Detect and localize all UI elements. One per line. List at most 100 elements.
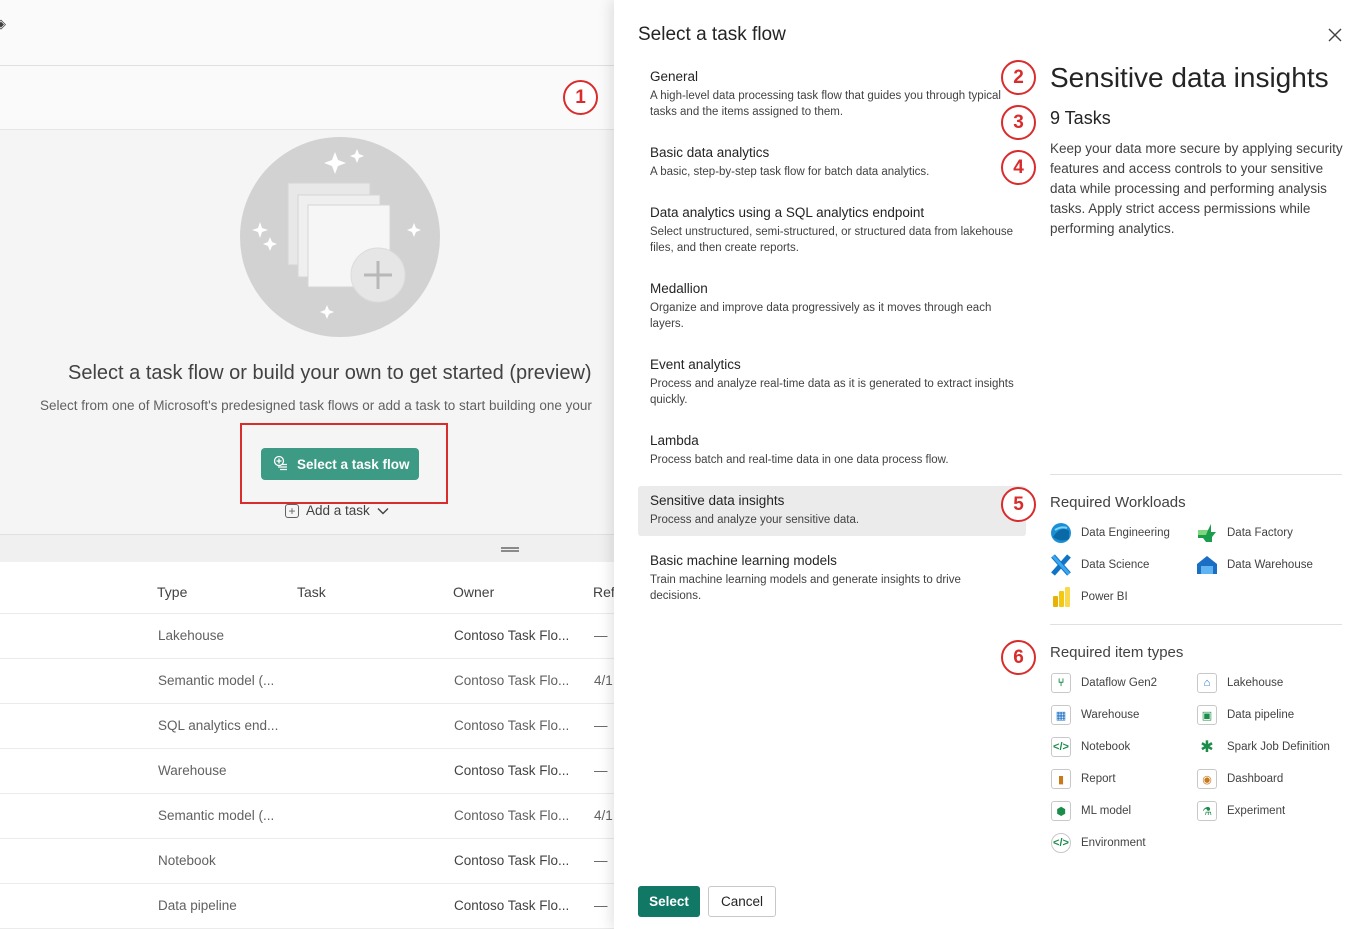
item-type-label: Warehouse — [1081, 709, 1140, 721]
item-type-label: Environment — [1081, 837, 1146, 849]
dashboard-icon: ◉ — [1196, 768, 1218, 790]
chevron-down-icon — [377, 503, 389, 518]
column-header-type[interactable]: Type — [157, 584, 187, 600]
column-header-task[interactable]: Task — [297, 584, 326, 600]
divider — [1050, 624, 1342, 625]
item-type: ⬢ ML model — [1050, 800, 1196, 822]
task-flow-description: Process and analyze your sensitive data. — [650, 514, 860, 526]
task-flow-name: Basic data analytics — [650, 145, 770, 160]
items-table: Type Task Owner Ref Lakehouse Contoso Tas… — [0, 562, 614, 929]
item-type: ⑂ Dataflow Gen2 — [1050, 672, 1196, 694]
cell-owner: Contoso Task Flo... — [454, 853, 570, 868]
select-button[interactable]: Select — [638, 886, 700, 917]
task-flow-name: General — [650, 69, 699, 84]
ml-model-icon: ⬢ — [1050, 800, 1072, 822]
callout-4: 4 — [1001, 150, 1036, 185]
task-flow-option-lambda[interactable]: Lambda Process batch and real-time data i… — [638, 426, 1026, 476]
task-flow-description: Select unstructured, semi-structured, or… — [650, 226, 1014, 254]
column-header-refreshed[interactable]: Ref — [593, 584, 614, 600]
item-type-label: Dashboard — [1227, 773, 1284, 785]
task-flow-description: Process and analyze real-time data as it… — [650, 378, 1014, 406]
task-flow-option-basic-data-analytics[interactable]: Basic data analytics A basic, step-by-ste… — [638, 138, 1026, 188]
select-task-flow-button[interactable]: Select a task flow — [261, 448, 419, 480]
empty-state-subtitle: Select from one of Microsoft's predesign… — [40, 398, 592, 413]
cell-type: Semantic model (... — [158, 673, 275, 688]
workload-label: Data Factory — [1227, 527, 1293, 539]
required-item-types-title: Required item types — [1050, 644, 1184, 661]
experiment-icon: ⚗ — [1196, 800, 1218, 822]
column-header-owner[interactable]: Owner — [453, 584, 494, 600]
report-icon: ▮ — [1050, 768, 1072, 790]
callout-1: 1 — [563, 80, 598, 115]
task-flow-option-sensitive-data-insights[interactable]: Sensitive data insights Process and analy… — [638, 486, 1026, 536]
cell-refreshed: 4/1 — [594, 808, 613, 823]
cell-type: Warehouse — [158, 763, 227, 778]
task-flow-description: A high-level data processing task flow t… — [650, 90, 1001, 118]
task-flow-illustration — [240, 137, 440, 337]
workload-item: Data Science — [1050, 554, 1196, 576]
cancel-button[interactable]: Cancel — [708, 886, 776, 917]
table-row[interactable]: Semantic model (... Contoso Task Flo... 4/… — [0, 659, 614, 704]
notebook-icon: </> — [1050, 736, 1072, 758]
required-workloads-title: Required Workloads — [1050, 494, 1186, 511]
cell-type: Semantic model (... — [158, 808, 275, 823]
task-flow-option-medallion[interactable]: Medallion Organize and improve data progr… — [638, 274, 1026, 340]
resize-grip-icon — [501, 547, 519, 552]
table-row[interactable]: Lakehouse Contoso Task Flo... — — [0, 614, 614, 659]
table-row[interactable]: SQL analytics end... Contoso Task Flo... — — [0, 704, 614, 749]
table-row[interactable]: Semantic model (... Contoso Task Flo... 4/… — [0, 794, 614, 839]
add-task-button[interactable]: + Add a task — [285, 503, 389, 518]
cell-refreshed: — — [594, 853, 608, 868]
item-type: ▮ Report — [1050, 768, 1196, 790]
task-flow-option-general[interactable]: General A high-level data processing task… — [638, 62, 1026, 128]
table-row[interactable]: Warehouse Contoso Task Flo... — — [0, 749, 614, 794]
item-type: </> Environment — [1050, 832, 1196, 854]
task-flow-bar: 1 — [0, 66, 614, 130]
item-type: ▣ Data pipeline — [1196, 704, 1346, 726]
item-type-label: Experiment — [1227, 805, 1286, 817]
cell-owner: Contoso Task Flo... — [454, 628, 570, 643]
cell-type: Notebook — [158, 853, 216, 868]
cell-refreshed: — — [594, 763, 608, 778]
environment-icon: </> — [1050, 832, 1072, 854]
workload-item: Data Engineering — [1050, 522, 1196, 544]
item-type: ⌂ Lakehouse — [1196, 672, 1346, 694]
cell-refreshed: — — [594, 718, 608, 733]
detail-title: Sensitive data insights — [1050, 62, 1329, 93]
task-flow-option-event-analytics[interactable]: Event analytics Process and analyze real-… — [638, 350, 1026, 416]
task-flow-name: Medallion — [650, 281, 708, 296]
divider — [1050, 474, 1342, 475]
power-bi-icon — [1050, 586, 1072, 608]
add-icon: + — [285, 503, 299, 518]
table-row[interactable]: Data pipeline Contoso Task Flo... — — [0, 884, 614, 929]
settings-icon[interactable]: ◈ — [0, 16, 6, 32]
task-flow-name: Lambda — [650, 433, 699, 448]
lakehouse-icon: ⌂ — [1196, 672, 1218, 694]
empty-state-title: Select a task flow or build your own to … — [68, 362, 592, 384]
table-row[interactable]: Notebook Contoso Task Flo... — — [0, 839, 614, 884]
data-science-icon — [1050, 554, 1072, 576]
item-type: ▦ Warehouse — [1050, 704, 1196, 726]
workload-label: Data Engineering — [1081, 527, 1170, 539]
cell-type: Lakehouse — [158, 628, 225, 643]
select-task-flow-dialog: Select a task flow General A high-level d… — [614, 0, 1359, 929]
task-flow-option-basic-machine-learning[interactable]: Basic machine learning models Train machi… — [638, 546, 1026, 612]
cell-owner: Contoso Task Flo... — [454, 718, 570, 733]
add-task-label: Add a task — [306, 503, 370, 518]
workload-label: Power BI — [1081, 591, 1128, 603]
cell-refreshed: — — [594, 628, 608, 643]
callout-3: 3 — [1001, 105, 1036, 140]
pane-resizer[interactable] — [0, 534, 614, 562]
cell-owner: Contoso Task Flo... — [454, 898, 570, 913]
cell-refreshed: 4/1 — [594, 673, 613, 688]
required-workloads-list: Data Engineering Data Factory Data Scien… — [1050, 522, 1350, 608]
detail-description: Keep your data more secure by applying s… — [1050, 141, 1343, 236]
item-type-label: Lakehouse — [1227, 677, 1284, 689]
task-flow-description: Train machine learning models and genera… — [650, 574, 961, 602]
dataflow-gen2-icon: ⑂ — [1050, 672, 1072, 694]
task-flow-option-sql-analytics-endpoint[interactable]: Data analytics using a SQL analytics end… — [638, 198, 1026, 264]
data-engineering-icon — [1050, 522, 1072, 544]
close-icon[interactable] — [1324, 24, 1346, 46]
select-task-flow-label: Select a task flow — [297, 456, 410, 472]
task-flow-list: General A high-level data processing task… — [638, 62, 1026, 622]
